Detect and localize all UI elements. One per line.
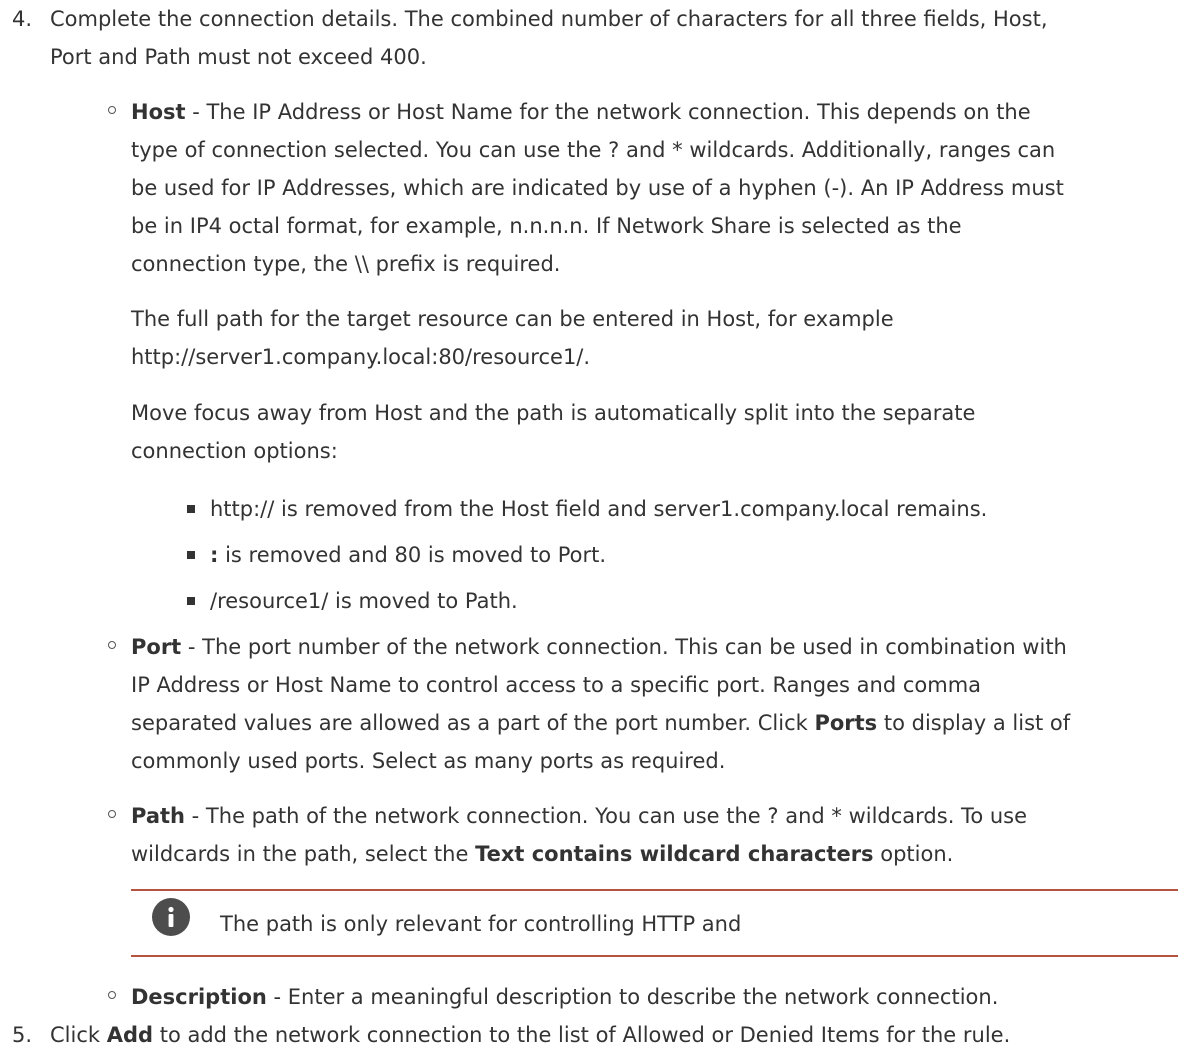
port-desc-line2: IP Address or Host Name to control acces… — [131, 673, 982, 697]
port-line3-b: to display a list of — [877, 711, 1071, 735]
port-item-line1: Port - The port number of the network co… — [131, 631, 1067, 663]
path-term: Path — [131, 804, 185, 828]
host-para3-line2: connection options: — [131, 439, 338, 463]
split-bullet-2-text: is removed and 80 is moved to Port. — [218, 543, 607, 567]
path-line2-b: option. — [873, 842, 954, 866]
path-desc-line1: - The path of the network connection. Yo… — [185, 804, 1028, 828]
note-bottom-rule — [131, 955, 1178, 957]
port-term: Port — [131, 635, 182, 659]
split-bullet-2: : is removed and 80 is moved to Port. — [210, 539, 606, 571]
host-term: Host — [131, 100, 186, 124]
square-bullet — [187, 551, 195, 559]
info-icon — [152, 898, 190, 936]
port-desc-line1: - The port number of the network connect… — [181, 635, 1067, 659]
path-item-line1: Path - The path of the network connectio… — [131, 800, 1027, 832]
step4-text-line1: Complete the connection details. The com… — [50, 7, 1048, 31]
description-item: Description - Enter a meaningful descrip… — [131, 981, 998, 1013]
host-desc-line3: be used for IP Addresses, which are indi… — [131, 176, 1064, 200]
note-text: The path is only relevant for controllin… — [220, 912, 742, 936]
circle-bullet — [108, 810, 116, 818]
step-number-4: 4. — [12, 7, 33, 31]
port-line3-a: separated values are allowed as a part o… — [131, 711, 815, 735]
host-para2-line1: The full path for the target resource ca… — [131, 307, 894, 331]
host-desc-line5: connection type, the \\ prefix is requir… — [131, 252, 561, 276]
circle-bullet — [108, 106, 116, 114]
path-line2-a: wildcards in the path, select the — [131, 842, 476, 866]
ports-bold: Ports — [814, 711, 878, 735]
description-term: Description — [131, 985, 267, 1009]
step-number-5: 5. — [12, 1023, 33, 1047]
step5-text-b: to add the network connection to the lis… — [153, 1023, 1011, 1047]
note-top-rule — [131, 889, 1178, 891]
port-desc-line3: separated values are allowed as a part o… — [131, 707, 1070, 739]
square-bullet — [187, 597, 195, 605]
circle-bullet — [108, 641, 116, 649]
port-desc-line4: commonly used ports. Select as many port… — [131, 749, 726, 773]
host-desc-line2: type of connection selected. You can use… — [131, 138, 1056, 162]
host-para2-line2: http://server1.company.local:80/resource… — [131, 345, 591, 369]
host-desc-line1: - The IP Address or Host Name for the ne… — [185, 100, 1031, 124]
split-bullet-1: http:// is removed from the Host field a… — [210, 497, 988, 521]
step5-text-a: Click — [50, 1023, 107, 1047]
split-bullet-3: /resource1/ is moved to Path. — [210, 589, 518, 613]
host-item-line1: Host - The IP Address or Host Name for t… — [131, 96, 1031, 128]
description-text: - Enter a meaningful description to desc… — [266, 985, 999, 1009]
add-bold: Add — [106, 1023, 154, 1047]
step4-text-line2: Port and Path must not exceed 400. — [50, 45, 427, 69]
step5-text: Click Add to add the network connection … — [50, 1019, 1010, 1051]
host-desc-line4: be in IP4 octal format, for example, n.n… — [131, 214, 962, 238]
circle-bullet — [108, 991, 116, 999]
wildcard-option-bold: Text contains wildcard characters — [475, 842, 874, 866]
host-para3-line1: Move focus away from Host and the path i… — [131, 401, 976, 425]
square-bullet — [187, 505, 195, 513]
path-desc-line2: wildcards in the path, select the Text c… — [131, 838, 953, 870]
